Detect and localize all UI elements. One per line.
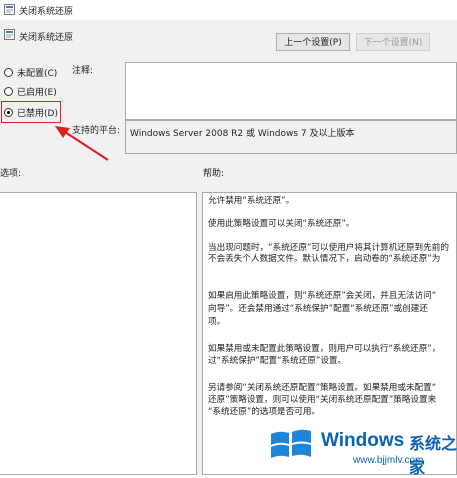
windows-logo-icon [271, 429, 311, 458]
watermark-brand: Windows [321, 430, 405, 451]
watermark-url: www.bjjmlv.com [353, 455, 424, 466]
annotation-arrow [55, 126, 109, 161]
watermark-cn: 系统之家 [409, 434, 457, 477]
watermark: Windows 系统之家 www.bjjmlv.com [268, 416, 457, 477]
